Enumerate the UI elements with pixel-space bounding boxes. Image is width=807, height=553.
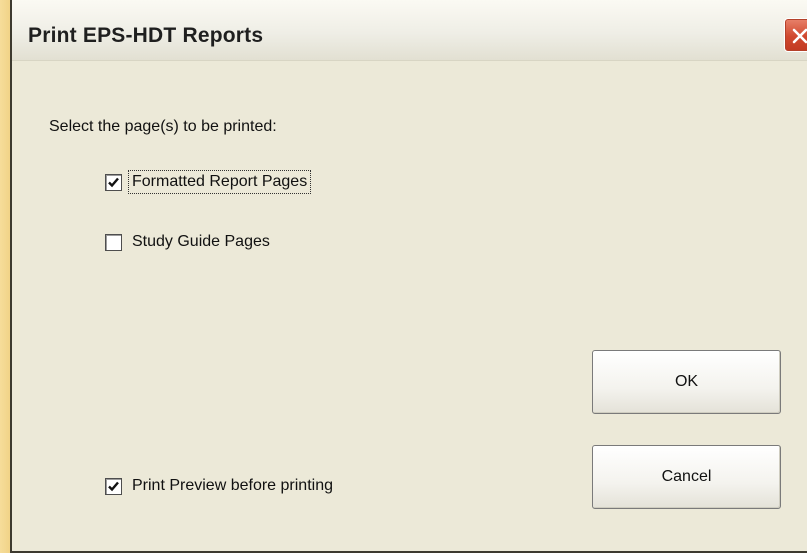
formatted-report-pages-option[interactable]: Formatted Report Pages — [105, 170, 312, 194]
close-button[interactable] — [784, 18, 807, 52]
window-title: Print EPS-HDT Reports — [28, 24, 264, 47]
title-bar[interactable]: Print EPS-HDT Reports — [12, 0, 807, 61]
study-guide-pages-checkbox[interactable] — [105, 233, 122, 251]
instruction-text: Select the page(s) to be printed: — [49, 118, 277, 135]
print-preview-label[interactable]: Print Preview before printing — [130, 476, 335, 496]
formatted-report-pages-label[interactable]: Formatted Report Pages — [127, 170, 312, 194]
print-preview-checkbox[interactable] — [105, 477, 122, 495]
formatted-report-pages-checkbox[interactable] — [105, 173, 122, 191]
ok-button[interactable]: OK — [592, 350, 781, 414]
checkmark-icon — [108, 177, 119, 187]
close-icon — [792, 28, 807, 44]
checkmark-icon — [108, 481, 119, 491]
cancel-button[interactable]: Cancel — [592, 445, 781, 509]
study-guide-pages-label[interactable]: Study Guide Pages — [130, 232, 272, 252]
study-guide-pages-option[interactable]: Study Guide Pages — [105, 232, 272, 252]
print-dialog: Print EPS-HDT Reports Select the page(s)… — [10, 0, 807, 553]
print-preview-option[interactable]: Print Preview before printing — [105, 476, 335, 496]
